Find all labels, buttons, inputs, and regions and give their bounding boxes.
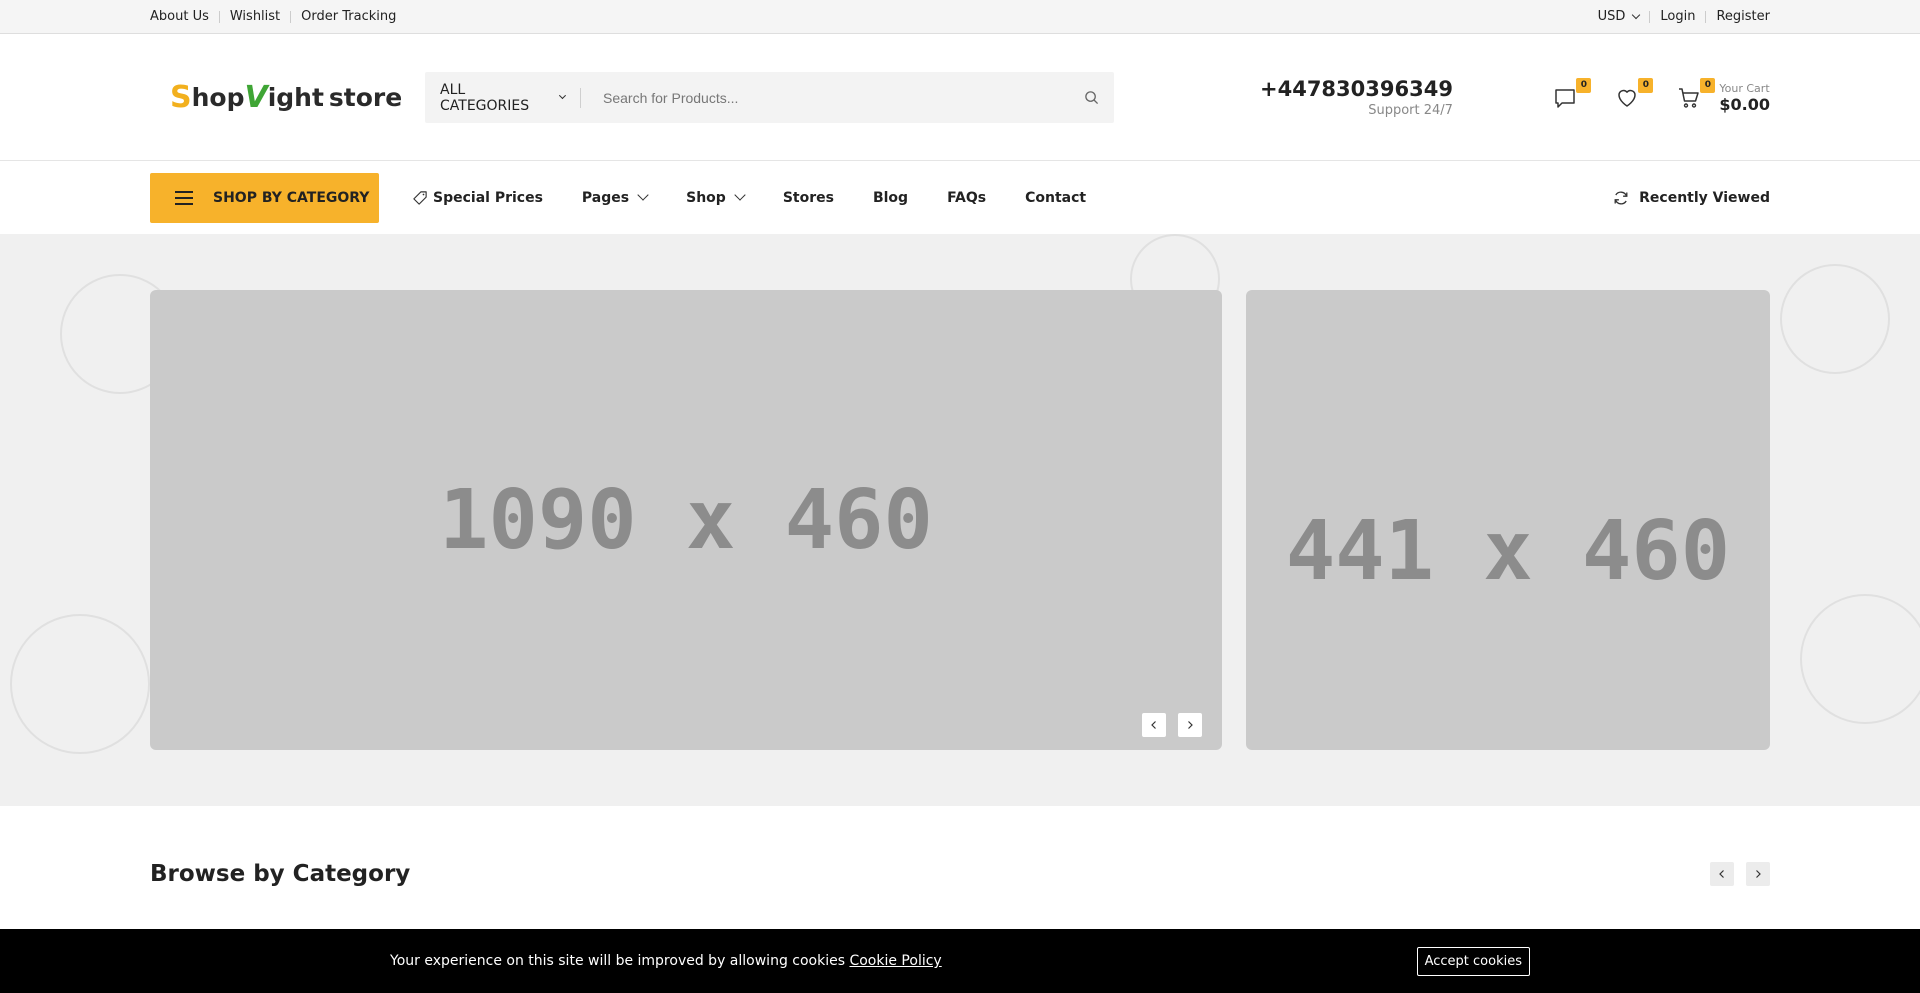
site-logo[interactable]: Shop Vight store — [150, 80, 425, 115]
chevron-down-icon — [559, 92, 567, 99]
cookie-message-text: Your experience on this site will be imp… — [390, 953, 846, 969]
cart-summary[interactable]: Your Cart $0.00 — [1719, 82, 1770, 114]
menu-icon — [175, 190, 193, 205]
slider-controls — [1142, 713, 1202, 737]
about-us-link[interactable]: About Us — [150, 9, 209, 24]
cart-label: Your Cart — [1719, 81, 1770, 95]
nav-item-blog[interactable]: Blog — [873, 190, 908, 206]
register-link[interactable]: Register — [1716, 9, 1770, 24]
cart-total: $0.00 — [1719, 94, 1770, 114]
login-link[interactable]: Login — [1660, 9, 1695, 24]
chevron-right-icon — [1188, 721, 1193, 729]
logo-text-hop: hop — [191, 83, 245, 112]
shop-by-category-label: SHOP BY CATEGORY — [213, 189, 370, 206]
cart-count-badge: 0 — [1700, 77, 1716, 93]
main-navigation: SHOP BY CATEGORY Special Prices Pages Sh… — [0, 161, 1920, 234]
support-label: Support 24/7 — [1368, 103, 1453, 118]
nav-item-faqs[interactable]: FAQs — [947, 190, 986, 206]
browse-by-category-section: Browse by Category — [0, 806, 1920, 887]
chevron-down-icon — [1632, 10, 1641, 19]
phone-number[interactable]: +447830396349 — [1260, 77, 1453, 101]
cookie-consent-bar: Your experience on this site will be imp… — [0, 929, 1920, 993]
logo-letter-s: S — [170, 80, 192, 115]
background-doodle — [1800, 594, 1920, 724]
chevron-left-icon — [1719, 870, 1724, 878]
wishlist-link[interactable]: Wishlist — [230, 9, 280, 24]
search-icon — [1084, 91, 1098, 105]
top-bar-right-links: USD Login Register — [1598, 9, 1770, 24]
divider — [218, 10, 220, 23]
support-phone: +447830396349 Support 24/7 — [1260, 77, 1453, 118]
heart-icon — [1618, 89, 1637, 107]
hero-section: 1090 x 460 441 x 460 — [0, 234, 1920, 806]
chat-bubble-icon — [1555, 88, 1576, 108]
search-input[interactable] — [581, 72, 1068, 123]
currency-label: USD — [1597, 9, 1626, 24]
side-banner-size-label: 441 x 460 — [1285, 503, 1731, 599]
compare-button[interactable]: 0 — [1551, 77, 1592, 112]
nav-item-shop[interactable]: Shop — [686, 189, 746, 206]
recently-viewed-button[interactable]: Recently Viewed — [1613, 190, 1770, 206]
nav-item-label: FAQs — [947, 189, 987, 206]
top-bar: About Us Wishlist Order Tracking USD Log… — [0, 0, 1920, 34]
nav-item-label: Special Prices — [433, 189, 543, 206]
category-carousel-controls — [1710, 862, 1770, 886]
nav-menu: Special Prices Pages Shop Stores Blog FA… — [413, 189, 1125, 206]
recently-viewed-label: Recently Viewed — [1639, 189, 1770, 206]
nav-item-label: Stores — [782, 189, 834, 206]
chevron-left-icon — [1151, 721, 1156, 729]
divider — [1705, 10, 1707, 23]
main-banner-size-label: 1090 x 460 — [439, 472, 933, 568]
refresh-icon — [1614, 191, 1628, 204]
search-button[interactable] — [1068, 72, 1114, 123]
wishlist-count-badge: 0 — [1638, 77, 1654, 93]
category-dropdown-label: ALL CATEGORIES — [440, 81, 530, 114]
top-bar-left-links: About Us Wishlist Order Tracking — [150, 9, 396, 24]
nav-item-special-prices[interactable]: Special Prices — [413, 190, 543, 206]
compare-count-badge: 0 — [1576, 77, 1592, 93]
category-next-button[interactable] — [1746, 862, 1770, 886]
accept-cookies-button[interactable]: Accept cookies — [1416, 946, 1530, 976]
cart-button[interactable]: 0 — [1675, 77, 1716, 112]
tag-icon — [413, 190, 427, 205]
nav-item-pages[interactable]: Pages — [581, 189, 649, 206]
nav-item-label: Contact — [1025, 189, 1087, 206]
nav-item-contact[interactable]: Contact — [1025, 190, 1086, 206]
chevron-down-icon — [637, 189, 649, 201]
section-title: Browse by Category — [150, 861, 411, 887]
order-tracking-link[interactable]: Order Tracking — [301, 9, 396, 24]
logo-check-v: V — [244, 80, 268, 115]
currency-selector[interactable]: USD — [1597, 9, 1641, 24]
cart-icon — [1679, 87, 1700, 108]
background-doodle — [10, 614, 150, 754]
category-prev-button[interactable] — [1710, 862, 1734, 886]
side-banner-placeholder[interactable]: 441 x 460 — [1246, 290, 1770, 750]
chevron-right-icon — [1756, 870, 1761, 878]
nav-item-label: Pages — [581, 189, 630, 206]
slider-prev-button[interactable] — [1142, 713, 1166, 737]
cookie-policy-link[interactable]: Cookie Policy — [849, 953, 941, 969]
header-actions: 0 0 0 Your Cart $0.00 — [1517, 77, 1770, 114]
logo-text-ight: ight — [267, 83, 324, 112]
nav-item-stores[interactable]: Stores — [783, 190, 834, 206]
shop-by-category-button[interactable]: SHOP BY CATEGORY — [150, 172, 379, 223]
wishlist-button[interactable]: 0 — [1613, 77, 1654, 112]
chevron-down-icon — [734, 189, 746, 201]
main-banner-placeholder[interactable]: 1090 x 460 — [150, 290, 1222, 750]
slider-next-button[interactable] — [1178, 713, 1202, 737]
logo-text-store: store — [328, 83, 403, 112]
background-doodle — [1780, 264, 1890, 374]
cookie-message: Your experience on this site will be imp… — [390, 953, 942, 969]
search-bar: ALL CATEGORIES — [425, 72, 1114, 123]
site-header: ShopVightstore ALL CATEGORIES +447830396… — [0, 34, 1920, 161]
nav-item-label: Shop — [686, 189, 726, 206]
divider — [290, 10, 292, 23]
category-dropdown[interactable]: ALL CATEGORIES — [425, 82, 581, 114]
nav-item-label: Blog — [872, 189, 909, 206]
divider — [1649, 10, 1651, 23]
